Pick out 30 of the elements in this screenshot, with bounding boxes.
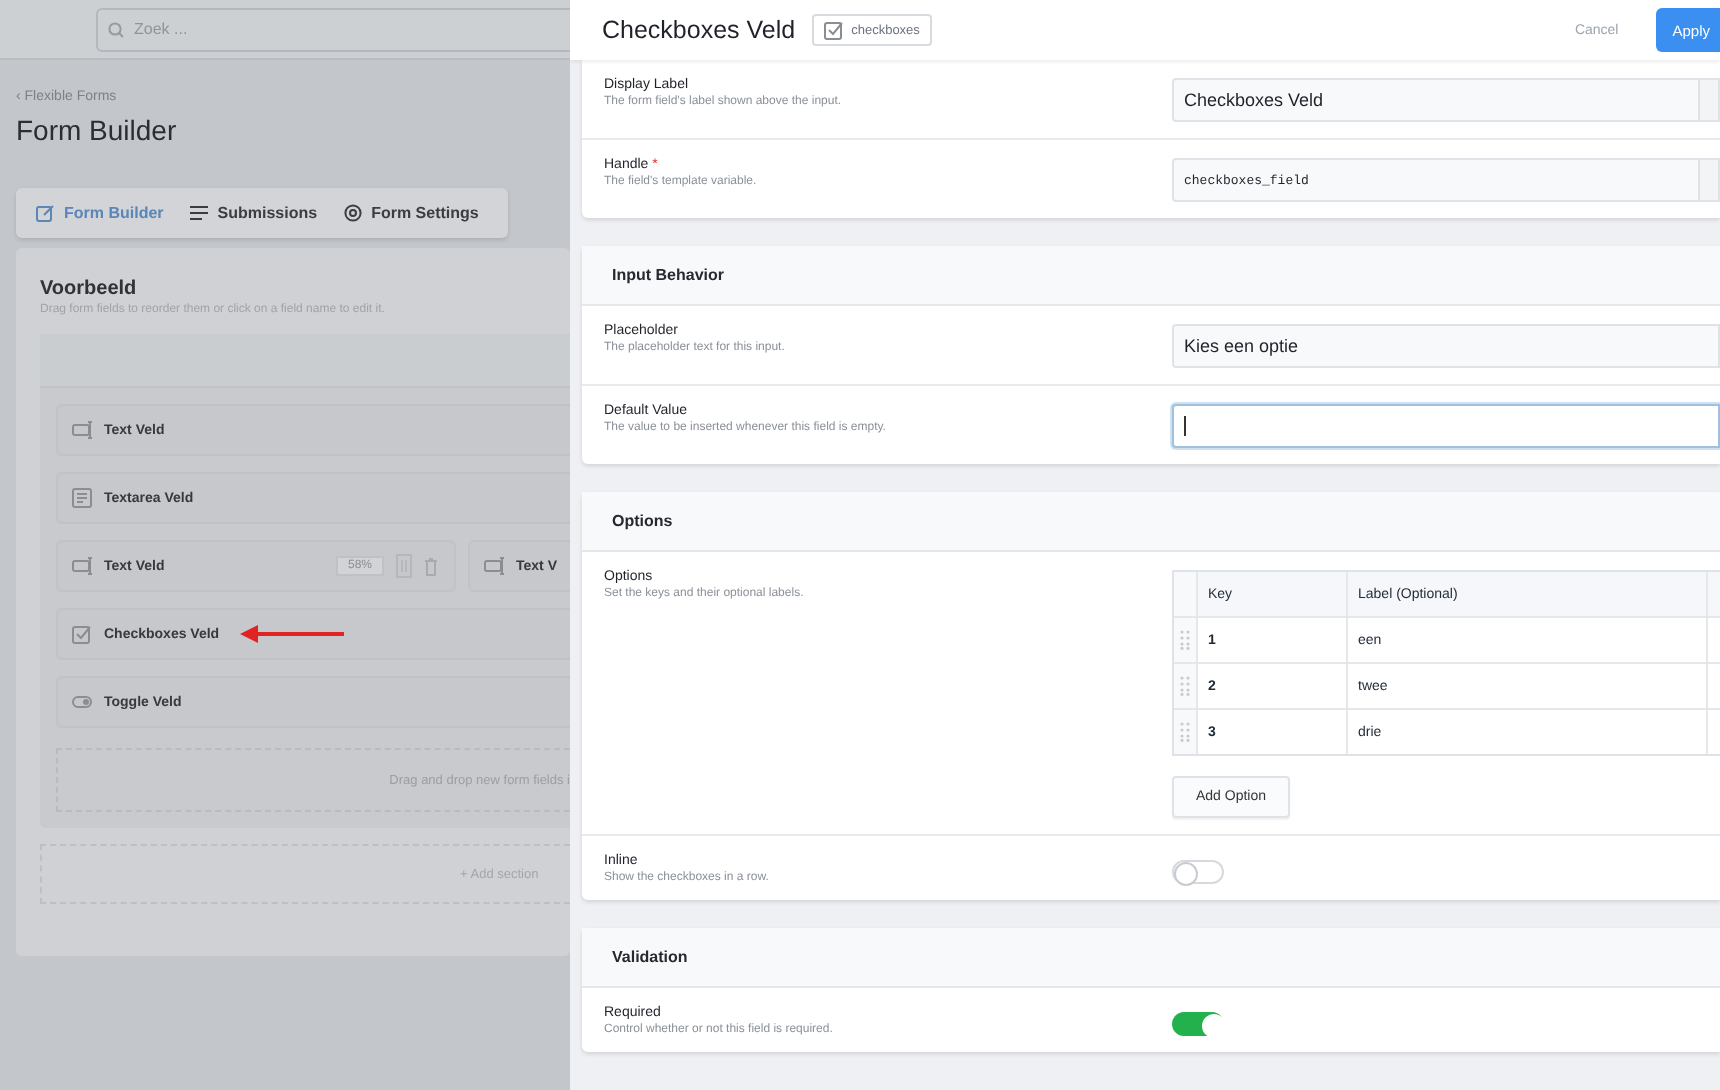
input-field-icon [484, 556, 504, 576]
textarea-icon [72, 488, 92, 508]
tab[interactable]: Form Settings [343, 204, 479, 222]
input-field-icon [72, 420, 92, 440]
input-field-icon [72, 556, 92, 576]
search-field[interactable]: Zoek ... [96, 7, 570, 51]
list-icon [189, 204, 208, 222]
edit-icon [36, 204, 54, 222]
section-title: Voorbeeld [40, 278, 139, 300]
tab[interactable]: Submissions [189, 204, 318, 222]
settings-icon [343, 204, 362, 222]
card-title: Options [582, 492, 1720, 552]
addon-button[interactable] [1700, 78, 1720, 122]
checkbox-icon [72, 624, 92, 644]
checkbox-icon [823, 20, 844, 40]
search-icon [108, 21, 124, 37]
page-title: Form Builder [16, 114, 179, 146]
drag-handle-icon [1180, 722, 1190, 742]
toggle-icon [72, 692, 92, 712]
card-title: Validation [582, 928, 1720, 988]
text-input[interactable] [1172, 404, 1720, 448]
panel-title: Checkboxes Veld [602, 16, 796, 44]
addon-button[interactable] [1700, 158, 1720, 202]
toggle-switch[interactable] [1172, 1012, 1224, 1036]
drag-handle-icon [1180, 676, 1190, 696]
text-input[interactable]: Checkboxes Veld [1172, 78, 1700, 122]
card-title: Input Behavior [582, 246, 1720, 306]
text-input[interactable]: Kies een optie [1172, 324, 1720, 368]
trash-icon [424, 557, 438, 575]
drag-handle-icon [1180, 630, 1190, 650]
